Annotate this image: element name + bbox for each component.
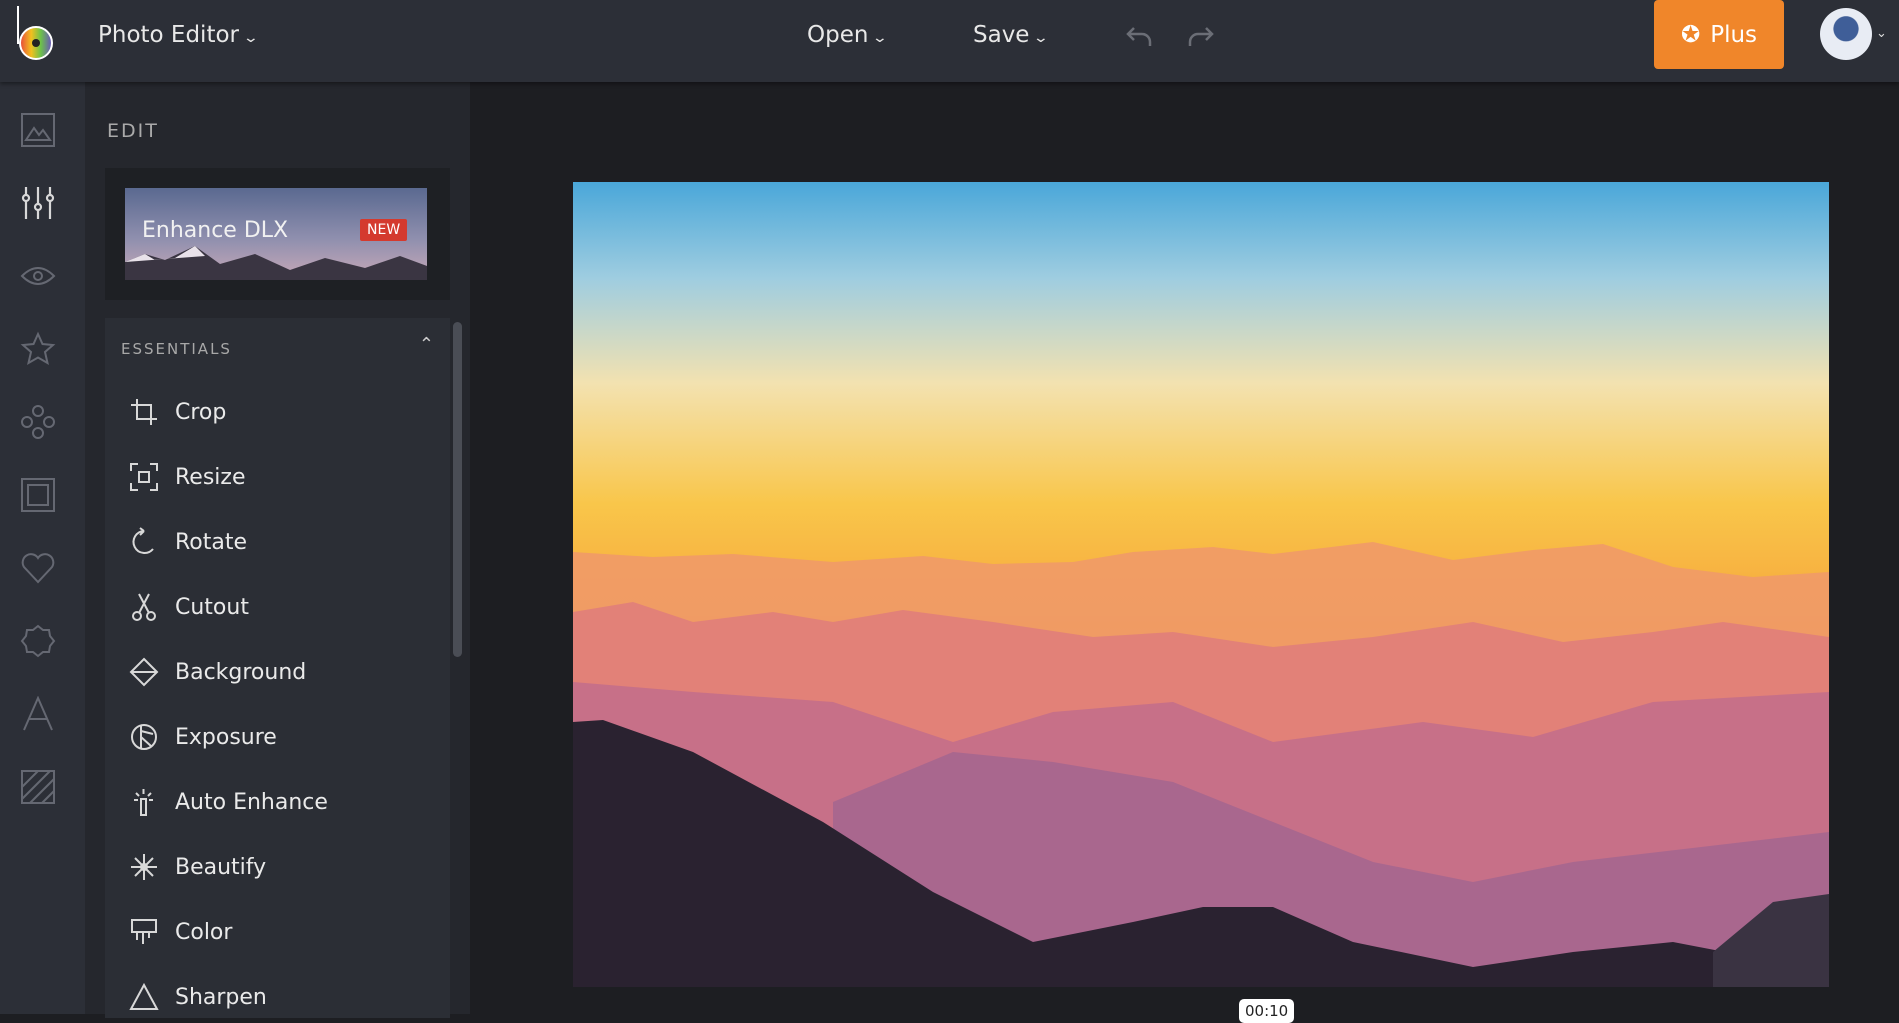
chevron-up-icon[interactable]: ⌃ <box>419 334 434 355</box>
tool-label: Resize <box>175 464 246 490</box>
background-icon <box>129 657 159 687</box>
tool-label: Crop <box>175 399 227 425</box>
enhance-dlx-banner[interactable]: Enhance DLX NEW <box>125 188 427 280</box>
tool-color[interactable]: Color <box>129 912 429 952</box>
tool-sharpen[interactable]: Sharpen <box>129 977 429 1017</box>
top-bar: Photo Editor ⌄ Open ⌄ Save ⌄ ✪ Plus ⌄ <box>0 0 1899 82</box>
panel-title: EDIT <box>107 120 159 142</box>
beautify-icon <box>131 854 157 880</box>
tool-resize[interactable]: Resize <box>129 457 429 497</box>
tool-label: Color <box>175 919 233 945</box>
open-button[interactable]: Open ⌄ <box>807 22 889 48</box>
panel-scrollbar[interactable] <box>453 322 462 657</box>
tool-crop[interactable]: Crop <box>129 392 429 432</box>
tool-label: Auto Enhance <box>175 789 328 815</box>
chevron-down-icon: ⌄ <box>242 30 260 46</box>
app-title: Photo Editor <box>98 22 239 48</box>
crop-icon <box>131 399 157 425</box>
save-button[interactable]: Save ⌄ <box>973 22 1050 48</box>
rotate-icon <box>132 527 154 554</box>
tool-beautify[interactable]: Beautify <box>129 847 429 887</box>
essentials-title[interactable]: ESSENTIALS <box>121 340 232 358</box>
scissors-icon <box>132 593 156 621</box>
tool-label: Cutout <box>175 594 249 620</box>
text-icon[interactable] <box>20 696 56 732</box>
tool-cutout[interactable]: Cutout <box>129 587 429 627</box>
tool-auto-enhance[interactable]: Auto Enhance <box>129 782 429 822</box>
chevron-down-icon: ⌄ <box>872 30 889 46</box>
tool-background[interactable]: Background <box>129 652 429 692</box>
color-icon <box>131 919 157 944</box>
tool-rail <box>0 82 85 1014</box>
chevron-down-icon: ⌄ <box>1033 30 1050 46</box>
undo-icon[interactable] <box>1124 20 1156 52</box>
enhance-dlx-promo[interactable]: Enhance DLX NEW <box>105 168 450 300</box>
shapes-icon[interactable] <box>20 404 56 440</box>
open-label: Open <box>807 22 869 48</box>
tool-label: Rotate <box>175 529 248 555</box>
save-label: Save <box>973 22 1030 48</box>
redo-icon[interactable] <box>1184 20 1216 52</box>
tool-label: Beautify <box>175 854 267 880</box>
badge-icon[interactable] <box>20 623 56 659</box>
heart-icon[interactable] <box>20 550 56 586</box>
avatar[interactable] <box>1820 8 1872 60</box>
logo-icon[interactable] <box>14 6 60 62</box>
mountain-image <box>125 246 427 280</box>
enhance-dlx-label: Enhance DLX <box>142 218 289 243</box>
chevron-down-icon[interactable]: ⌄ <box>1876 26 1887 41</box>
texture-icon[interactable] <box>20 769 56 805</box>
tool-label: Background <box>175 659 307 685</box>
plus-button[interactable]: ✪ Plus <box>1654 0 1784 69</box>
new-badge: NEW <box>360 219 408 241</box>
star-icon[interactable] <box>20 331 56 367</box>
magic-wand-icon <box>134 789 153 816</box>
plus-label: Plus <box>1710 21 1758 48</box>
award-icon: ✪ <box>1680 21 1701 48</box>
tool-rotate[interactable]: Rotate <box>129 522 429 562</box>
edit-panel: EDIT Enhance DLX NEW ESSENTIALS ⌃ Crop R… <box>85 82 470 1018</box>
sharpen-icon <box>129 982 159 1010</box>
image-icon[interactable] <box>20 112 56 148</box>
eye-icon[interactable] <box>20 258 56 294</box>
essentials-section: ESSENTIALS ⌃ Crop Resize Rotate Cutout B… <box>105 318 450 1018</box>
timer-badge: 00:10 <box>1239 999 1295 1023</box>
frame-icon[interactable] <box>20 477 56 513</box>
app-menu[interactable]: Photo Editor ⌄ <box>98 22 260 48</box>
tool-label: Exposure <box>175 724 277 750</box>
resize-icon <box>130 463 158 491</box>
tool-label: Sharpen <box>175 984 267 1010</box>
photo-canvas[interactable] <box>573 182 1829 987</box>
tool-exposure[interactable]: Exposure <box>129 717 429 757</box>
exposure-icon <box>131 724 157 750</box>
sliders-icon[interactable] <box>20 185 56 221</box>
